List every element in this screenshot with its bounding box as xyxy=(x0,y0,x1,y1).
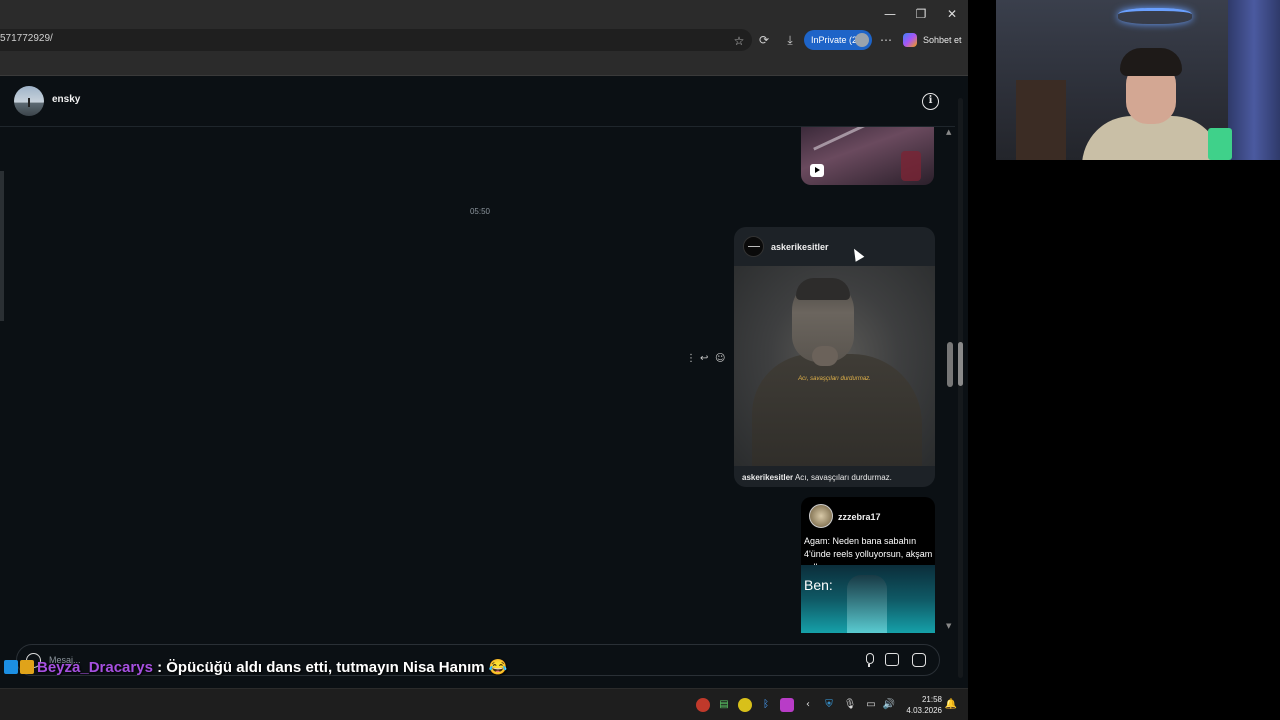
reel-author-avatar[interactable] xyxy=(809,504,833,528)
image-icon[interactable] xyxy=(885,653,899,666)
post-video-subtitle: Acı, savaşçıları durdurmaz. xyxy=(798,376,871,382)
post-media[interactable]: Acı, savaşçıları durdurmaz. xyxy=(734,266,935,466)
system-clock[interactable]: 21:58 4.03.2026 xyxy=(900,694,942,716)
page-scroll-thumb[interactable] xyxy=(958,342,963,386)
more-options-icon[interactable]: ⋮ xyxy=(686,352,696,366)
neon-sign xyxy=(1118,8,1192,24)
url-box[interactable]: 571772929/ ☆ xyxy=(0,29,752,51)
clock-date: 4.03.2026 xyxy=(906,706,942,715)
stream-chat-message: Öpücüğü aldı dans etti, tutmayın Nisa Ha… xyxy=(166,659,508,676)
inprivate-badge[interactable]: InPrivate (2) xyxy=(804,30,872,50)
reel-author-username[interactable]: zzzebra17 xyxy=(838,512,881,522)
post-author-username[interactable]: askerikesitler xyxy=(771,242,829,252)
taskbar: ▤ ᛒ ‹ ⛨ 🎙 ▭ 🔊 21:58 4.03.2026 🔔 xyxy=(0,688,968,720)
page-scroll-track[interactable] xyxy=(958,98,963,678)
prime-badge-icon xyxy=(4,660,18,674)
reply-icon[interactable]: ↩ xyxy=(700,352,708,366)
video-message[interactable] xyxy=(801,127,934,185)
info-icon[interactable]: i xyxy=(922,93,939,110)
scroll-down-arrow-icon[interactable]: ▼ xyxy=(946,622,951,630)
chat-panel: ensky i 05:50 ⋮ ↩ ☺ askerikesitler Acı, … xyxy=(0,76,968,688)
address-bar: 571772929/ ☆ ⟳ ⤓ InPrivate (2) ⋯ Sohbet … xyxy=(0,28,968,52)
chat-header: ensky i xyxy=(0,76,955,127)
restore-icon[interactable]: ❐ xyxy=(907,4,935,24)
notification-bell-icon[interactable]: 🔔 xyxy=(944,698,958,712)
microphone-tray-icon[interactable]: 🎙 xyxy=(843,698,857,712)
bluetooth-icon[interactable]: ᛒ xyxy=(759,698,773,712)
reel-overlay-text: Ben: xyxy=(804,577,833,593)
contact-name[interactable]: ensky xyxy=(52,94,80,105)
webcam-curtain xyxy=(1228,0,1280,160)
post-author-avatar[interactable] xyxy=(743,236,764,257)
clock-time: 21:58 xyxy=(921,695,942,704)
network-app-icon[interactable]: ▤ xyxy=(717,698,731,712)
react-emoji-icon[interactable]: ☺ xyxy=(715,352,725,366)
defender-icon[interactable]: ⛨ xyxy=(822,698,836,712)
extensions-icon[interactable]: ⟳ xyxy=(755,31,773,49)
stream-chat-separator: : xyxy=(152,659,167,676)
left-panel-edge xyxy=(0,171,4,321)
play-icon xyxy=(810,164,824,177)
post-figure-body xyxy=(752,354,922,466)
tray-app-icon[interactable] xyxy=(696,698,710,712)
minimize-icon[interactable]: — xyxy=(876,4,904,24)
favorite-star-icon[interactable]: ☆ xyxy=(730,32,748,50)
reel-figure xyxy=(847,575,887,633)
video-thumbnail-cup xyxy=(901,151,921,181)
post-caption-text: Acı, savaşçıları durdurmaz. xyxy=(793,473,892,482)
post-caption-username: askerikesitler xyxy=(742,473,794,482)
shared-post-card[interactable]: askerikesitler Acı, savaşçıları durdurma… xyxy=(734,227,935,487)
volume-icon[interactable]: 🔊 xyxy=(882,698,896,712)
copilot-label: Sohbet et xyxy=(923,35,962,45)
stream-chat-username: Beyza_Dracarys xyxy=(37,659,153,676)
copilot-icon xyxy=(903,33,917,47)
sticker-icon[interactable] xyxy=(912,653,926,667)
app-tray-icon[interactable] xyxy=(780,698,794,712)
message-actions: ⋮ ↩ ☺ xyxy=(684,352,730,366)
chevron-icon[interactable]: ‹ xyxy=(801,698,815,712)
drink-can xyxy=(1208,128,1232,160)
app-tray-icon[interactable] xyxy=(738,698,752,712)
stream-chat-overlay: Beyza_Dracarys : Öpücüğü aldı dans etti,… xyxy=(4,658,508,680)
crown-badge-icon xyxy=(20,660,34,674)
title-bar: — ❐ ✕ xyxy=(0,0,968,28)
streamer-hair xyxy=(1120,48,1182,76)
close-icon[interactable]: ✕ xyxy=(938,4,966,24)
webcam-shelf xyxy=(1016,80,1066,160)
message-timestamp: 05:50 xyxy=(469,207,491,216)
reel-media[interactable]: Ben: xyxy=(801,565,935,633)
post-caption: askerikesitler Acı, savaşçıları durdurma… xyxy=(742,473,932,482)
copilot-button[interactable]: Sohbet et xyxy=(903,31,965,49)
video-thumbnail-detail xyxy=(813,127,869,151)
messages-scrollbar[interactable]: ▲ ▼ xyxy=(946,128,954,633)
scroll-up-arrow-icon[interactable]: ▲ xyxy=(946,128,951,136)
microphone-icon[interactable] xyxy=(861,652,877,668)
shared-reel-card[interactable]: zzzebra17 Agam: Neden bana sabahın 4'ünd… xyxy=(801,497,935,633)
more-menu-icon[interactable]: ⋯ xyxy=(877,31,895,49)
webcam-overlay xyxy=(996,0,1280,160)
inprivate-label: InPrivate (2) xyxy=(811,35,861,45)
page-scrollbar[interactable] xyxy=(955,86,966,686)
post-figure-hair xyxy=(796,278,850,300)
post-figure-hand xyxy=(812,346,838,366)
browser-toolbar-strip xyxy=(0,52,968,76)
contact-avatar[interactable] xyxy=(14,86,44,116)
browser-window: — ❐ ✕ 571772929/ ☆ ⟳ ⤓ InPrivate (2) ⋯ S… xyxy=(0,0,968,688)
url-text[interactable]: 571772929/ xyxy=(0,33,53,44)
messages-scroll-thumb[interactable] xyxy=(947,342,953,387)
display-icon[interactable]: ▭ xyxy=(864,698,878,712)
download-icon[interactable]: ⤓ xyxy=(781,31,799,49)
profile-avatar xyxy=(855,33,869,47)
